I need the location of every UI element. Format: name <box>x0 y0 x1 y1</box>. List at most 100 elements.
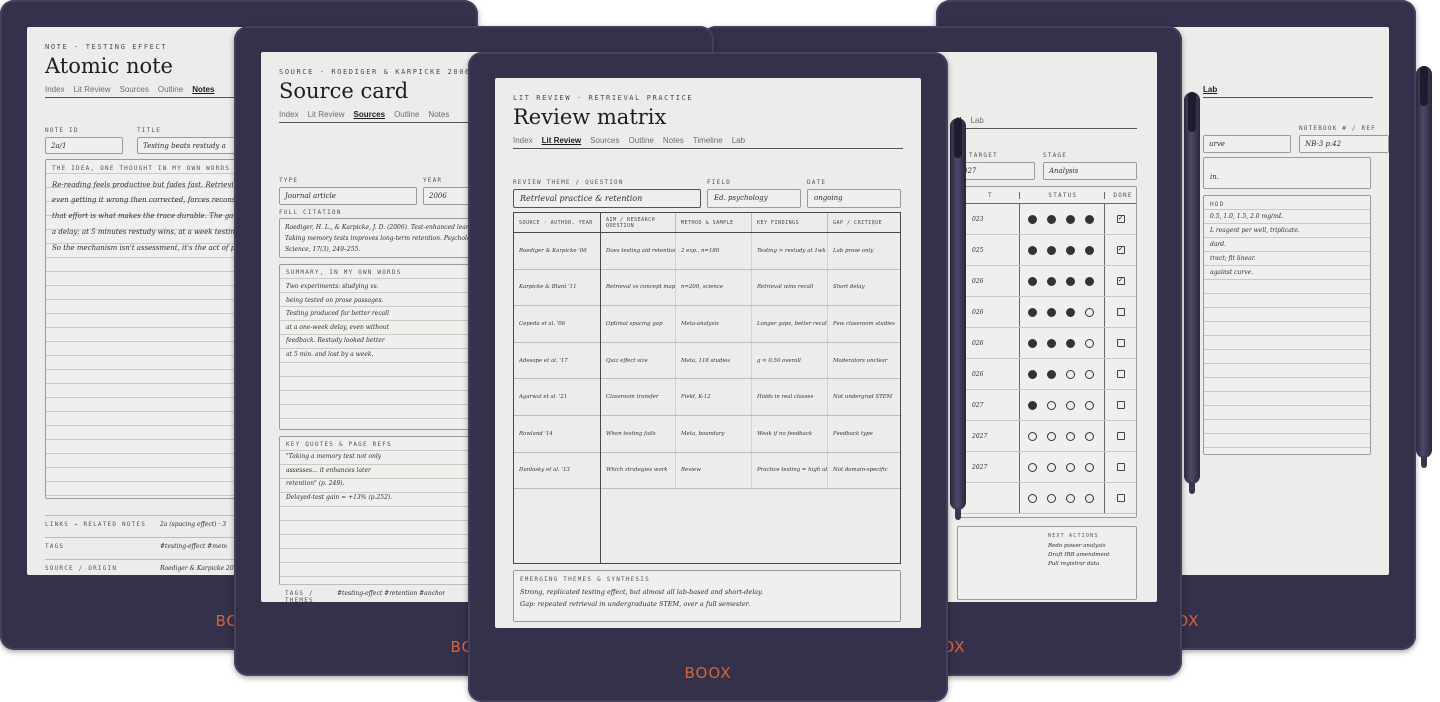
matrix-row[interactable]: Rowland '14 When testing fails Meta, bound… <box>514 415 900 453</box>
tab-outline[interactable]: Outline <box>158 85 183 94</box>
empty-dot-icon[interactable] <box>1028 431 1038 441</box>
empty-dot-icon[interactable] <box>1066 462 1076 472</box>
filled-dot-icon[interactable] <box>1066 214 1076 224</box>
empty-dot-icon[interactable] <box>1085 431 1095 441</box>
stylus-right[interactable] <box>1416 66 1432 468</box>
date-input[interactable]: ongoing <box>807 189 901 208</box>
tab-notes[interactable]: Notes <box>192 85 214 94</box>
filled-dot-icon[interactable] <box>1047 338 1057 348</box>
matrix-row[interactable]: Adesope et al. '17 Quiz effect size Meta, … <box>514 342 900 380</box>
status-row[interactable]: 026 <box>958 328 1136 359</box>
empty-dot-icon[interactable] <box>1066 493 1076 503</box>
filled-dot-icon[interactable] <box>1047 369 1057 379</box>
status-row[interactable]: 026 <box>958 359 1136 390</box>
notebook-field[interactable]: NB-3 p.42 <box>1299 135 1389 153</box>
tab-notes[interactable]: Notes <box>428 110 449 119</box>
tab-index[interactable]: Index <box>513 136 533 145</box>
tab-index[interactable]: Index <box>279 110 299 119</box>
filled-dot-icon[interactable] <box>1085 245 1095 255</box>
empty-dot-icon[interactable] <box>1066 369 1076 379</box>
summary-box[interactable]: SUMMARY, IN MY OWN WORDS Two experiments… <box>279 264 483 430</box>
filled-dot-icon[interactable] <box>1066 338 1076 348</box>
target-field[interactable]: 027 <box>957 162 1035 180</box>
curve-field[interactable]: urve <box>1203 135 1291 153</box>
tab-lab[interactable]: Lab <box>970 116 983 125</box>
stylus-mid[interactable] <box>950 118 966 520</box>
unchecked-checkbox[interactable] <box>1116 432 1125 440</box>
unchecked-checkbox[interactable] <box>1116 308 1125 316</box>
status-row[interactable]: 026 <box>958 297 1136 328</box>
matrix-row[interactable]: Cepeda et al. '06 Optimal spacing gap Meta… <box>514 306 900 343</box>
empty-dot-icon[interactable] <box>1028 462 1038 472</box>
checked-checkbox[interactable]: ✓ <box>1116 215 1125 223</box>
empty-dot-icon[interactable] <box>1066 431 1076 441</box>
filled-dot-icon[interactable] <box>1047 245 1057 255</box>
stage-field[interactable]: Analysis <box>1043 162 1137 180</box>
checked-checkbox[interactable]: ✓ <box>1116 246 1125 254</box>
unchecked-checkbox[interactable] <box>1116 494 1125 502</box>
tab-index[interactable]: Index <box>45 85 65 94</box>
empty-dot-icon[interactable] <box>1047 493 1057 503</box>
method-box[interactable]: HOD 0.5, 1.0, 1.5, 2.0 mg/mL L reagent p… <box>1203 195 1371 455</box>
matrix-row[interactable]: Karpicke & Blunt '11 Retrieval vs concept… <box>514 269 900 307</box>
status-row[interactable] <box>958 483 1136 514</box>
filled-dot-icon[interactable] <box>1028 245 1038 255</box>
empty-dot-icon[interactable] <box>1047 400 1057 410</box>
empty-dot-icon[interactable] <box>1047 431 1057 441</box>
unchecked-checkbox[interactable] <box>1116 370 1125 378</box>
tab-lit-review[interactable]: Lit Review <box>74 85 111 94</box>
empty-dot-icon[interactable] <box>1066 400 1076 410</box>
empty-dot-icon[interactable] <box>1085 307 1095 317</box>
tab-lab[interactable]: Lab <box>732 136 745 145</box>
empty-dot-icon[interactable] <box>1085 369 1095 379</box>
matrix-row[interactable]: Agarwal et al. '21 Classroom transfer Fiel… <box>514 379 900 416</box>
unchecked-checkbox[interactable] <box>1116 463 1125 471</box>
empty-dot-icon[interactable] <box>1028 493 1038 503</box>
next-actions-box[interactable]: NEXT ACTIONS Redo power analysis Draft I… <box>957 526 1137 600</box>
status-row[interactable]: 023 ✓ <box>958 204 1136 235</box>
type-field[interactable]: Journal article <box>279 187 417 205</box>
stylus-mid-right[interactable] <box>1184 92 1200 494</box>
note-id-field[interactable]: 2a/1 <box>45 137 123 154</box>
tab-outline[interactable]: Outline <box>629 136 654 145</box>
tab-notes[interactable]: Notes <box>663 136 684 145</box>
tab-outline[interactable]: Outline <box>394 110 419 119</box>
filled-dot-icon[interactable] <box>1047 214 1057 224</box>
empty-dot-icon[interactable] <box>1085 400 1095 410</box>
theme-field[interactable]: Retrieval practice & retention <box>513 189 701 208</box>
filled-dot-icon[interactable] <box>1047 276 1057 286</box>
status-row[interactable]: 2027 <box>958 452 1136 483</box>
filled-dot-icon[interactable] <box>1047 307 1057 317</box>
matrix-row[interactable]: Roediger & Karpicke '06 Does testing aid … <box>514 233 900 270</box>
filled-dot-icon[interactable] <box>1028 276 1038 286</box>
matrix-row[interactable]: Dunlosky et al. '13 Which strategies work… <box>514 452 900 490</box>
field-input[interactable]: Ed. psychology <box>707 189 801 208</box>
tab-sources[interactable]: Sources <box>119 85 148 94</box>
tags-row[interactable]: TAGS / THEMES #testing-effect #retention… <box>279 584 489 604</box>
tab-timeline[interactable]: Timeline <box>693 136 723 145</box>
empty-dot-icon[interactable] <box>1047 462 1057 472</box>
status-row[interactable]: 2027 <box>958 421 1136 452</box>
tab-lit-review[interactable]: Lit Review <box>542 136 582 145</box>
empty-dot-icon[interactable] <box>1085 493 1095 503</box>
empty-dot-icon[interactable] <box>1085 338 1095 348</box>
filled-dot-icon[interactable] <box>1085 214 1095 224</box>
filled-dot-icon[interactable] <box>1066 307 1076 317</box>
tab-lab[interactable]: Lab <box>1203 85 1217 94</box>
filled-dot-icon[interactable] <box>1028 400 1038 410</box>
synthesis-box[interactable]: EMERGING THEMES & SYNTHESIS Strong, repl… <box>513 570 901 622</box>
citation-box[interactable]: Roediger, H. L., & Karpicke, J. D. (2006… <box>279 218 483 258</box>
filled-dot-icon[interactable] <box>1028 369 1038 379</box>
filled-dot-icon[interactable] <box>1066 245 1076 255</box>
empty-dot-icon[interactable] <box>1085 462 1095 472</box>
filled-dot-icon[interactable] <box>1028 338 1038 348</box>
checked-checkbox[interactable]: ✓ <box>1116 277 1125 285</box>
quotes-box[interactable]: KEY QUOTES & PAGE REFS "Taking a memory … <box>279 436 483 596</box>
status-row[interactable]: 026 ✓ <box>958 266 1136 297</box>
status-row[interactable]: 027 <box>958 390 1136 421</box>
tab-lit-review[interactable]: Lit Review <box>308 110 345 119</box>
tab-sources[interactable]: Sources <box>590 136 619 145</box>
unchecked-checkbox[interactable] <box>1116 401 1125 409</box>
filled-dot-icon[interactable] <box>1066 276 1076 286</box>
unchecked-checkbox[interactable] <box>1116 339 1125 347</box>
